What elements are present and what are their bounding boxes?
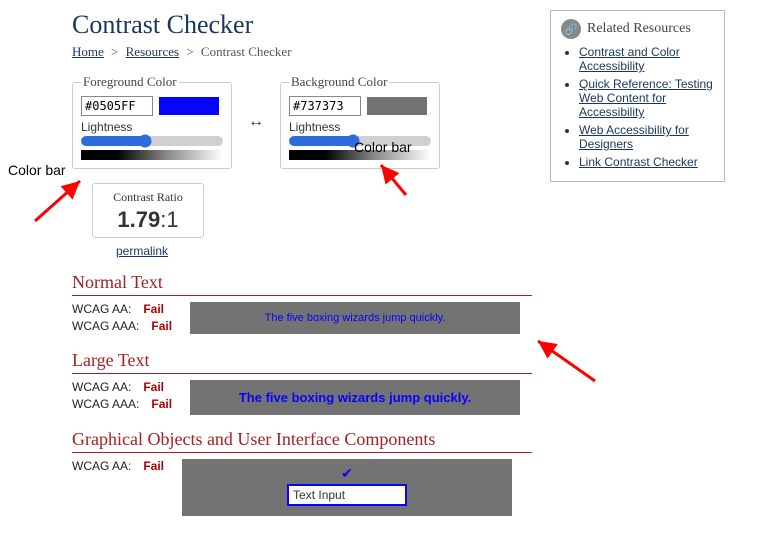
breadcrumb-resources[interactable]: Resources (126, 44, 179, 59)
background-color-box: Background Color Lightness (280, 74, 440, 169)
swap-colors-button[interactable]: ↔ (248, 113, 264, 131)
background-lightness-label: Lightness (289, 120, 431, 134)
normal-aa-label: WCAG AA: (72, 302, 131, 316)
ui-aa-label: WCAG AA: (72, 459, 131, 473)
ui-sample: ✔ (182, 459, 512, 516)
background-hex-input[interactable] (289, 96, 361, 116)
link-icon: 🔗 (561, 19, 581, 39)
related-link[interactable]: Contrast and Color Accessibility (579, 45, 680, 73)
normal-aa-result: Fail (143, 302, 164, 316)
contrast-ratio-label: Contrast Ratio (99, 190, 197, 205)
large-aaa-label: WCAG AAA: (72, 397, 139, 411)
related-link[interactable]: Link Contrast Checker (579, 155, 698, 169)
checkmark-icon: ✔ (341, 465, 353, 482)
large-text-heading: Large Text (72, 350, 532, 374)
breadcrumb-home[interactable]: Home (72, 44, 104, 59)
ui-sample-input[interactable] (287, 484, 407, 506)
normal-text-sample: The five boxing wizards jump quickly. (190, 302, 520, 334)
page-title: Contrast Checker (72, 10, 532, 40)
permalink-link[interactable]: permalink (116, 244, 532, 258)
foreground-color-box: Foreground Color Lightness (72, 74, 232, 169)
foreground-swatch[interactable] (159, 97, 219, 115)
ui-components-heading: Graphical Objects and User Interface Com… (72, 429, 532, 453)
large-aa-label: WCAG AA: (72, 380, 131, 394)
background-color-bar[interactable] (289, 150, 431, 160)
foreground-legend: Foreground Color (81, 74, 179, 90)
contrast-ratio-box: Contrast Ratio 1.79:1 (92, 183, 204, 238)
breadcrumb-current: Contrast Checker (201, 44, 292, 59)
background-swatch[interactable] (367, 97, 427, 115)
foreground-color-bar[interactable] (81, 150, 223, 160)
foreground-lightness-slider[interactable] (81, 136, 223, 146)
breadcrumb: Home > Resources > Contrast Checker (72, 44, 532, 60)
large-aa-result: Fail (143, 380, 164, 394)
foreground-hex-input[interactable] (81, 96, 153, 116)
large-aaa-result: Fail (151, 397, 172, 411)
related-resources-box: 🔗 Related Resources Contrast and Color A… (550, 10, 725, 182)
contrast-ratio-suffix: :1 (160, 207, 178, 232)
contrast-ratio-value: 1.79 (117, 207, 160, 232)
background-lightness-slider[interactable] (289, 136, 431, 146)
background-legend: Background Color (289, 74, 389, 90)
related-link[interactable]: Quick Reference: Testing Web Content for… (579, 77, 713, 119)
normal-aaa-result: Fail (151, 319, 172, 333)
foreground-lightness-label: Lightness (81, 120, 223, 134)
normal-aaa-label: WCAG AAA: (72, 319, 139, 333)
normal-text-heading: Normal Text (72, 272, 532, 296)
related-link[interactable]: Web Accessibility for Designers (579, 123, 689, 151)
related-heading: Related Resources (587, 21, 691, 37)
ui-aa-result: Fail (143, 459, 164, 473)
large-text-sample: The five boxing wizards jump quickly. (190, 380, 520, 415)
